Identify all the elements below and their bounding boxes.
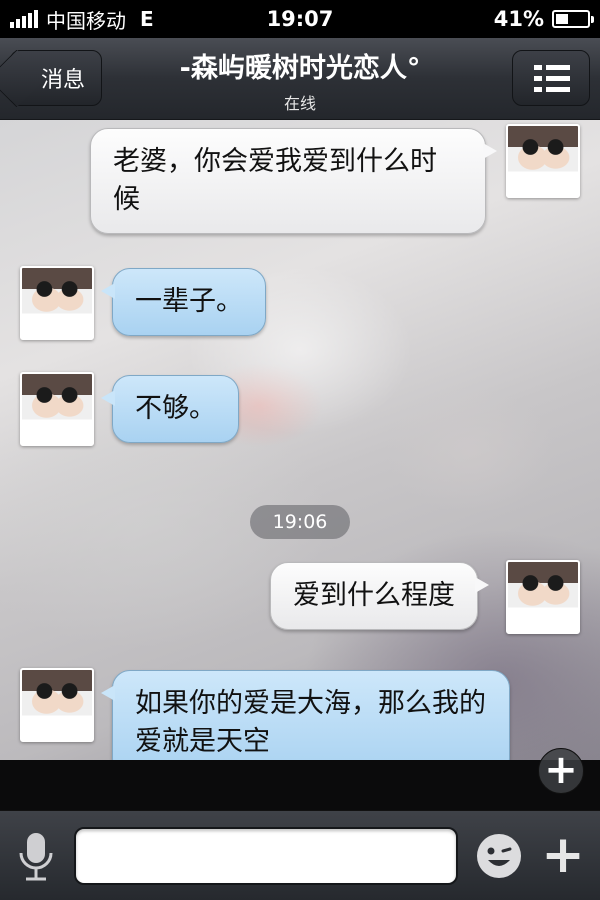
- back-button[interactable]: 消息: [10, 50, 102, 106]
- menu-button[interactable]: [512, 50, 590, 106]
- message-bubble-received[interactable]: 如果你的爱是大海，那么我的爱就是天空: [101, 670, 510, 760]
- status-left: 中国移动 E: [10, 5, 154, 34]
- back-button-label: 消息: [40, 68, 85, 93]
- battery-icon: [552, 10, 594, 28]
- battery-fill: [556, 14, 569, 24]
- contact-avatar[interactable]: [20, 372, 94, 446]
- status-right: 41%: [493, 7, 594, 31]
- message-bubble-received[interactable]: 不够。: [101, 375, 239, 443]
- signal-icon: [10, 10, 38, 28]
- floating-plus-icon[interactable]: +: [538, 748, 584, 794]
- status-bar: 中国移动 E 19:07 41%: [0, 0, 600, 38]
- nav-bar: 消息 -森屿暖树时光恋人° 在线: [0, 38, 600, 120]
- message-text: 不够。: [135, 393, 216, 424]
- my-avatar[interactable]: [506, 560, 580, 634]
- message-text: 老婆，你会爱我爱到什么时候: [113, 146, 437, 215]
- my-avatar[interactable]: [506, 124, 580, 198]
- plus-icon[interactable]: +: [538, 829, 588, 881]
- carrier-name: 中国移动: [46, 8, 126, 33]
- chat-area[interactable]: 老婆，你会爱我爱到什么时候 一辈子。 不够。 19:06 爱到什么程度 如果你的…: [0, 120, 600, 760]
- chat-title: -森屿暖树时光恋人°: [179, 53, 421, 84]
- message-text: 一辈子。: [135, 286, 243, 317]
- contact-avatar[interactable]: [20, 668, 94, 742]
- microphone-icon[interactable]: [14, 829, 58, 885]
- message-bubble-received[interactable]: 一辈子。: [101, 268, 266, 336]
- message-input[interactable]: [74, 827, 458, 885]
- battery-percent: 41%: [493, 7, 544, 31]
- time-divider: 19:06: [250, 505, 350, 539]
- message-bubble-sent[interactable]: 爱到什么程度: [270, 562, 489, 630]
- emoji-icon[interactable]: [474, 831, 524, 881]
- contact-avatar[interactable]: [20, 266, 94, 340]
- message-text: 如果你的爱是大海，那么我的爱就是天空: [135, 688, 486, 757]
- online-status: 在线: [283, 94, 316, 113]
- network-type: E: [140, 7, 154, 31]
- message-bubble-sent[interactable]: 老婆，你会爱我爱到什么时候: [90, 128, 497, 234]
- input-bar: +: [0, 810, 600, 900]
- chat-bottom-strip: [0, 760, 600, 810]
- message-text: 爱到什么程度: [293, 580, 455, 611]
